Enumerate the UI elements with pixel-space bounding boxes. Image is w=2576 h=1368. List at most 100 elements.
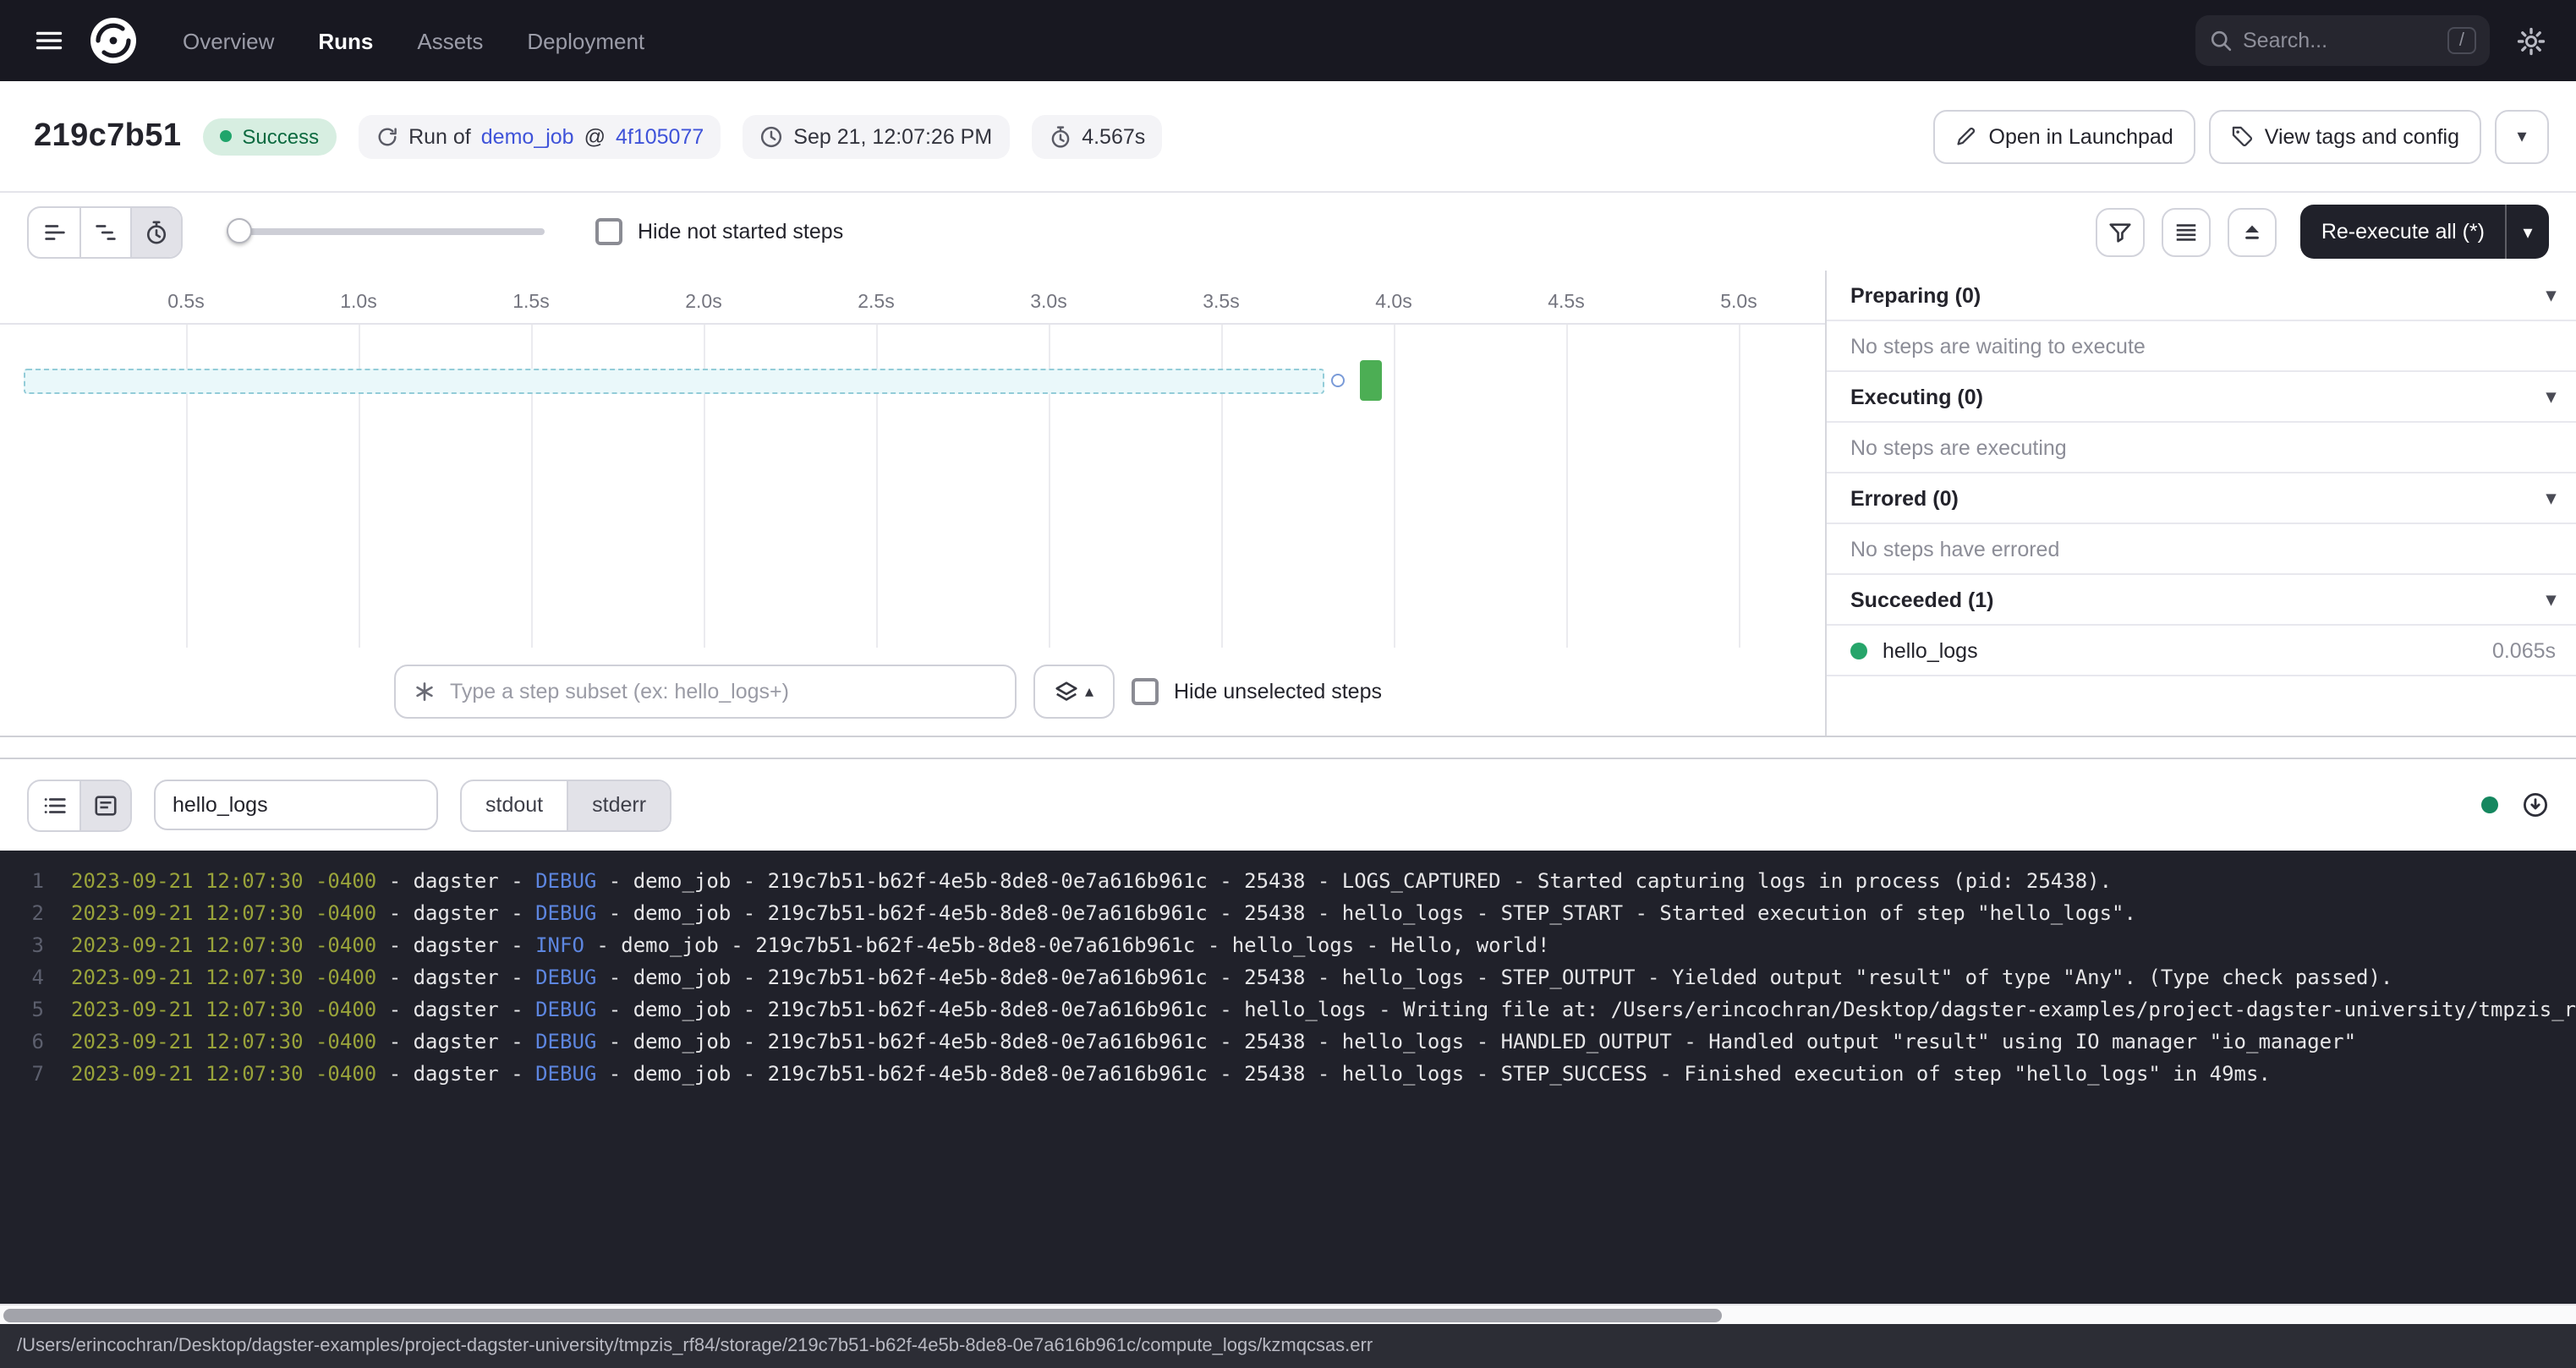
log-source: - dagster - <box>376 1059 535 1091</box>
horizontal-scrollbar[interactable] <box>0 1304 2576 1324</box>
reexecute-all-label: Re-execute all (*) <box>2301 205 2505 259</box>
log-line: 32023-09-21 12:07:30 -0400 - dagster - I… <box>0 930 2576 962</box>
more-actions-button[interactable]: ▾ <box>2495 109 2549 163</box>
axis-tick: 4.5s <box>1548 293 1585 313</box>
open-launchpad-button[interactable]: Open in Launchpad <box>1933 109 2195 163</box>
search-input[interactable] <box>2243 29 2437 52</box>
log-source: - dagster - <box>376 962 535 994</box>
section-title: Errored (0) <box>1850 486 1959 510</box>
open-launchpad-label: Open in Launchpad <box>1989 124 2173 148</box>
stopwatch-icon <box>144 219 169 244</box>
succeeded-section-header[interactable]: Succeeded (1) ▾ <box>1827 575 2576 626</box>
section-title: Executing (0) <box>1850 385 1983 408</box>
reexecute-caret-button[interactable]: ▾ <box>2505 205 2549 259</box>
empty-message: No steps are waiting to execute <box>1850 334 2146 358</box>
log-level: DEBUG <box>535 866 596 898</box>
gridline <box>1394 325 1395 648</box>
view-tags-config-button[interactable]: View tags and config <box>2209 109 2481 163</box>
log-message: - demo_job - 219c7b51-b62f-4e5b-8de8-0e7… <box>596 962 2392 994</box>
status-dot <box>220 130 232 142</box>
preparing-section-header[interactable]: Preparing (0) ▾ <box>1827 271 2576 321</box>
at-separator: @ <box>584 124 606 148</box>
zoom-slider[interactable] <box>227 206 545 257</box>
log-line: 42023-09-21 12:07:30 -0400 - dagster - D… <box>0 962 2576 994</box>
scrollbar-thumb[interactable] <box>3 1309 1722 1322</box>
stdout-tab[interactable]: stdout <box>462 780 567 829</box>
log-timestamp: 2023-09-21 12:07:30 -0400 <box>71 1026 376 1059</box>
step-subset-input-wrap[interactable] <box>394 665 1017 719</box>
job-link[interactable]: demo_job <box>481 124 574 148</box>
raw-log-button[interactable] <box>79 780 130 829</box>
log-lines: 12023-09-21 12:07:30 -0400 - dagster - D… <box>0 866 2576 1091</box>
log-source: - dagster - <box>376 1026 535 1059</box>
dagster-logo[interactable] <box>85 12 142 69</box>
menu-icon[interactable] <box>24 15 74 66</box>
search-icon <box>2209 29 2233 52</box>
status-badge: Success <box>203 118 336 155</box>
log-status-dot <box>2481 796 2498 813</box>
dagster-run-page: Overview Runs Assets Deployment / 219c7b… <box>0 0 2576 1368</box>
section-title: Succeeded (1) <box>1850 588 1994 611</box>
gantt-section: 0.5s1.0s1.5s2.0s2.5s3.0s3.5s4.0s4.5s5.0s <box>0 271 2576 737</box>
log-message: - demo_job - 219c7b51-b62f-4e5b-8de8-0e7… <box>596 1059 2271 1091</box>
nav-runs[interactable]: Runs <box>318 28 373 53</box>
waterfall-view-icon <box>93 219 118 244</box>
flat-view-icon <box>41 219 67 244</box>
log-line: 62023-09-21 12:07:30 -0400 - dagster - D… <box>0 1026 2576 1059</box>
run-header: 219c7b51 Success Run of demo_job @ 4f105… <box>0 81 2576 193</box>
gridline <box>1566 325 1568 648</box>
log-filter-input[interactable] <box>154 780 438 830</box>
nav-overview[interactable]: Overview <box>183 28 274 53</box>
log-line: 72023-09-21 12:07:30 -0400 - dagster - D… <box>0 1059 2576 1091</box>
view-mode-segment <box>27 205 183 258</box>
commit-link[interactable]: 4f105077 <box>616 124 704 148</box>
chevron-up-icon: ▴ <box>1085 682 1093 701</box>
gridline <box>1739 325 1740 648</box>
layers-icon <box>1055 679 1080 704</box>
row-view-button[interactable] <box>2162 207 2212 256</box>
graph-options-button[interactable]: ▴ <box>1033 665 1115 719</box>
empty-message: No steps are executing <box>1850 435 2067 459</box>
settings-gear-icon[interactable] <box>2517 26 2546 55</box>
hide-unselected-checkbox[interactable]: Hide unselected steps <box>1132 678 1382 705</box>
slider-knob[interactable] <box>227 218 252 244</box>
axis-tick: 4.0s <box>1375 293 1412 313</box>
log-message: - demo_job - 219c7b51-b62f-4e5b-8de8-0e7… <box>596 866 2112 898</box>
chevron-down-icon: ▾ <box>2546 588 2556 610</box>
log-line: 12023-09-21 12:07:30 -0400 - dagster - D… <box>0 866 2576 898</box>
panel-splitter[interactable] <box>0 737 2576 759</box>
reexecute-all-button[interactable]: Re-execute all (*) ▾ <box>2301 205 2549 259</box>
download-log-button[interactable] <box>2522 791 2549 818</box>
axis-tick: 3.5s <box>1203 293 1240 313</box>
nav-deployment[interactable]: Deployment <box>527 28 644 53</box>
structured-log-button[interactable] <box>29 780 79 829</box>
line-number: 2 <box>0 898 44 930</box>
errored-section-header[interactable]: Errored (0) ▾ <box>1827 473 2576 524</box>
timing-view-button[interactable] <box>130 207 181 256</box>
run-duration: 4.567s <box>1082 124 1145 148</box>
gantt-controls: ▴ Hide unselected steps <box>394 665 1825 719</box>
run-of-chip: Run of demo_job @ 4f105077 <box>358 114 721 158</box>
log-timestamp: 2023-09-21 12:07:30 -0400 <box>71 994 376 1026</box>
gantt-step-bar[interactable] <box>1359 360 1382 401</box>
chevron-down-icon: ▾ <box>2517 125 2526 147</box>
tag-icon <box>2231 125 2253 147</box>
hide-not-started-checkbox[interactable]: Hide not started steps <box>595 218 843 245</box>
duration-chip: 4.567s <box>1031 114 1162 158</box>
stdout-stderr-segment: stdout stderr <box>460 779 671 831</box>
executing-section-header[interactable]: Executing (0) ▾ <box>1827 372 2576 423</box>
filter-button[interactable] <box>2096 207 2146 256</box>
view-tags-config-label: View tags and config <box>2265 124 2459 148</box>
succeeded-step-row[interactable]: hello_logs 0.065s <box>1827 626 2576 676</box>
nav-assets[interactable]: Assets <box>417 28 483 53</box>
search-box[interactable]: / <box>2195 15 2490 66</box>
flat-view-button[interactable] <box>29 207 79 256</box>
log-message: - demo_job - 219c7b51-b62f-4e5b-8de8-0e7… <box>596 898 2136 930</box>
stderr-tab[interactable]: stderr <box>567 780 670 829</box>
collapse-button[interactable] <box>2228 207 2277 256</box>
step-subset-input[interactable] <box>450 680 998 703</box>
line-number: 4 <box>0 962 44 994</box>
log-source: - dagster - <box>376 994 535 1026</box>
waterfall-view-button[interactable] <box>79 207 130 256</box>
header-actions: Open in Launchpad View tags and config ▾ <box>1933 109 2550 163</box>
